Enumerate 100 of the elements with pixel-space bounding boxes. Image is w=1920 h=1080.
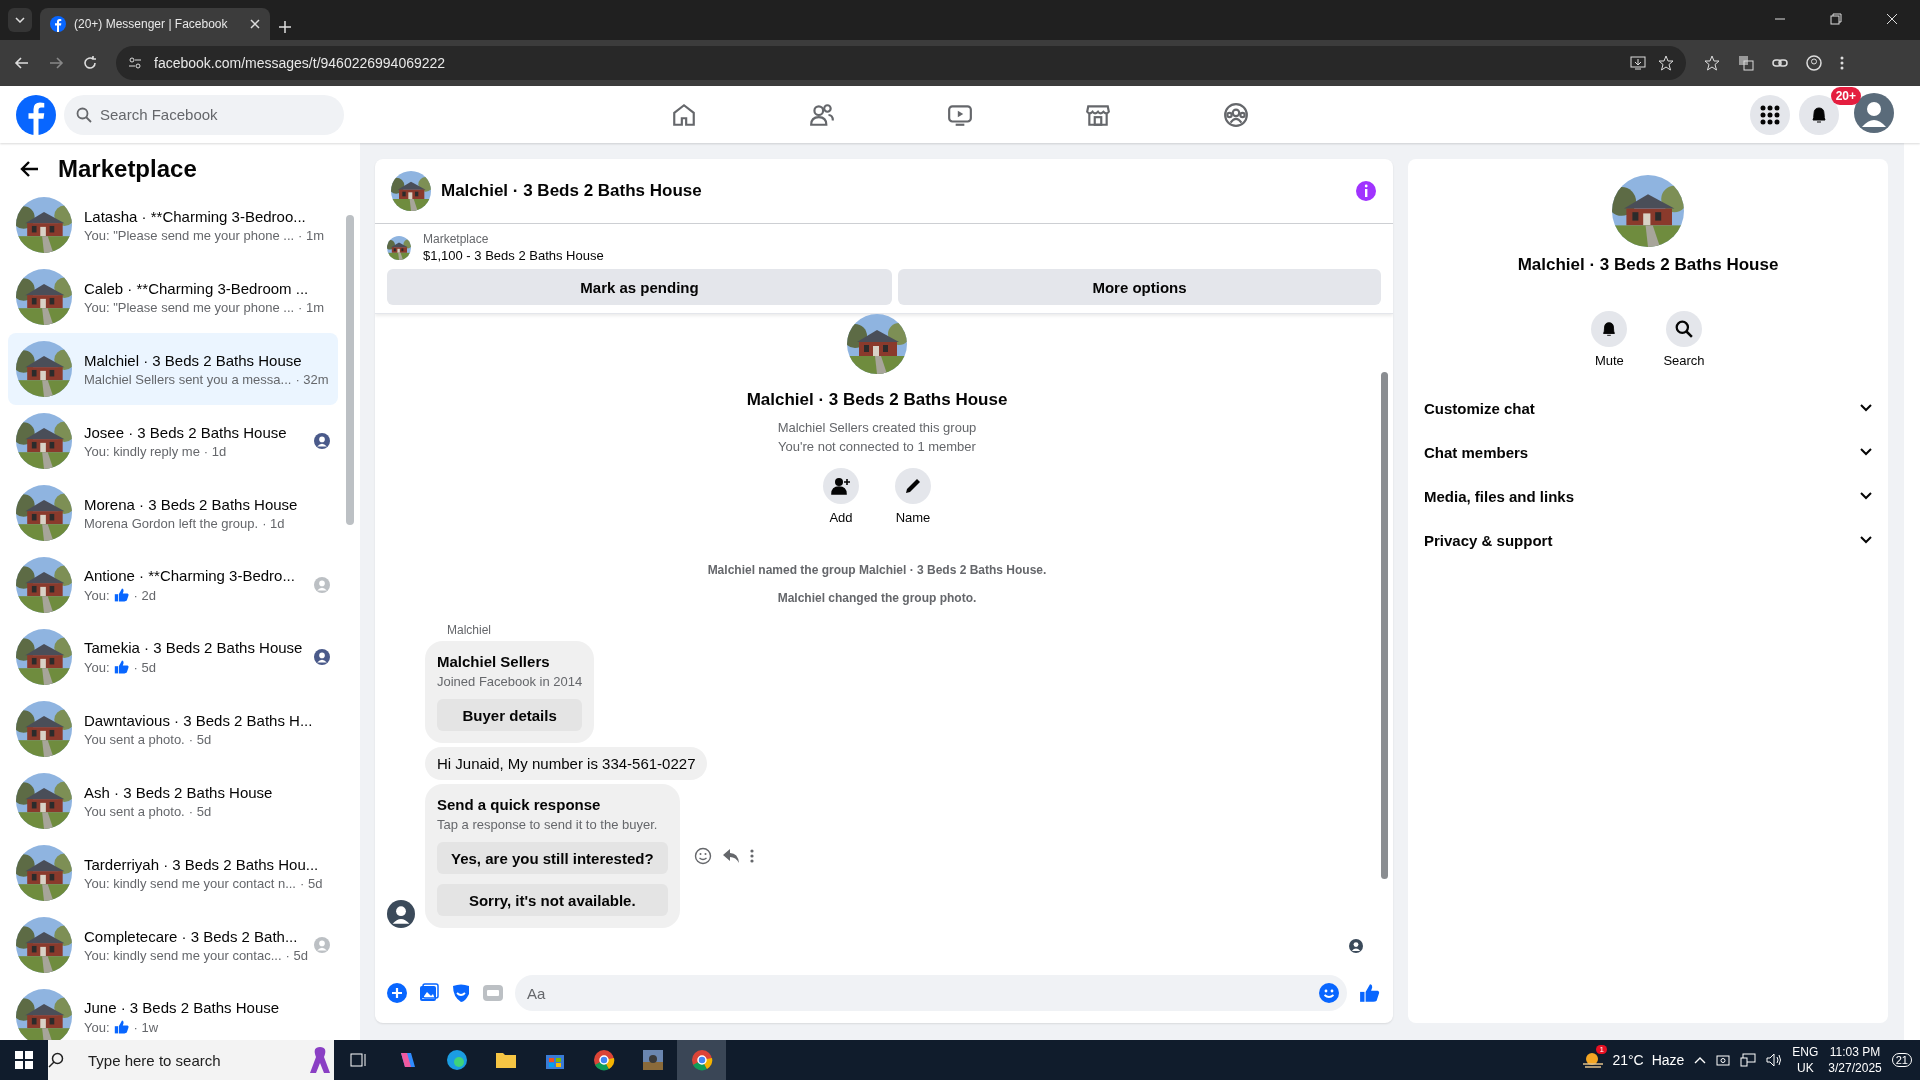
conversation-item[interactable]: Completecare · 3 Beds 2 Bath... You: kindly send me your contac... · 5d (8, 909, 338, 981)
groups-icon (1223, 101, 1249, 128)
system-message: Malchiel changed the group photo. (776, 591, 978, 605)
more-icon[interactable] (749, 848, 754, 864)
reload-icon[interactable] (82, 55, 98, 71)
section-header[interactable]: Privacy & support (1424, 518, 1872, 562)
message-preview: Morena Gordon left the group. (84, 515, 259, 531)
notification-badge: 20+ (1830, 86, 1861, 105)
sticker-icon[interactable] (451, 983, 471, 1003)
info-icon[interactable] (1355, 180, 1377, 202)
chrome-icon[interactable] (677, 1040, 726, 1080)
back-button[interactable] (20, 159, 40, 179)
search-field[interactable]: Search Facebook (64, 94, 344, 135)
facebook-logo-icon[interactable] (16, 94, 56, 135)
camera-icon[interactable] (1716, 1053, 1731, 1067)
smiley-icon[interactable] (693, 847, 712, 865)
grid-icon (1760, 104, 1780, 125)
quick-response-button[interactable]: Sorry, it's not available. (437, 884, 668, 916)
message-time: · 5d (188, 731, 212, 747)
reply-icon[interactable] (721, 847, 740, 865)
search-icon (48, 1052, 64, 1068)
conversation-item[interactable]: Tamekia · 3 Beds 2 Baths House You: · 5d (8, 621, 338, 693)
language-text[interactable]: ENG (1792, 1044, 1819, 1060)
windows-start-icon[interactable] (15, 1051, 33, 1069)
conversation-item[interactable]: Morena · 3 Beds 2 Baths House Morena Gordon left the group. · 1d (8, 477, 338, 549)
buyer-name: Malchiel Sellers (437, 653, 551, 670)
avatar-icon (1854, 92, 1894, 133)
network-icon[interactable] (1740, 1053, 1757, 1067)
clock-time[interactable]: 11:03 PM (1829, 1044, 1881, 1060)
message-preview: You: (84, 587, 110, 603)
message-bubble: Hi Junaid, My number is 334-561-0227 (425, 747, 708, 780)
conversation-item[interactable]: Ash · 3 Beds 2 Baths House You sent a photo. · 5d (8, 765, 338, 837)
avatar-icon (1349, 939, 1363, 953)
back-arrow-icon (20, 159, 40, 179)
speaker-icon[interactable] (1766, 1053, 1783, 1067)
back-icon[interactable] (14, 55, 30, 71)
bell-icon (1809, 104, 1829, 125)
message-preview: You: "Please send me your phone ... (84, 227, 295, 243)
emoji-icon[interactable] (1319, 983, 1339, 1003)
buyer-details-button[interactable]: Buyer details (437, 699, 583, 731)
friends-icon (809, 101, 835, 128)
new-tab-icon[interactable] (278, 20, 292, 34)
menu-button[interactable] (1750, 94, 1790, 135)
conversation-title: Tarderriyah · 3 Beds 2 Baths Hou... (84, 855, 320, 873)
conversation-title: Ash · 3 Beds 2 Baths House (84, 783, 274, 801)
address-bar[interactable]: facebook.com/messages/t/9460226994069222 (116, 46, 1686, 80)
section-header[interactable]: Customize chat (1424, 386, 1872, 430)
quick-response-button[interactable]: Yes, are you still interested? (437, 842, 668, 874)
forward-icon[interactable] (48, 55, 64, 71)
message-preview: You: kindly send me your contac... (84, 947, 282, 963)
message-time: · 1d (203, 443, 227, 459)
group-info-text: Malchiel Sellers created this group (777, 420, 977, 435)
conversation-item[interactable]: Malchiel · 3 Beds 2 Baths House Malchiel Sellers sent you a messa... · 32m (8, 333, 338, 405)
search-icon (1675, 320, 1693, 338)
conversation-title: Completecare · 3 Beds 2 Bath... (84, 927, 299, 945)
conversation-title: Latasha · **Charming 3-Bedroo... (84, 207, 307, 225)
message-input[interactable]: Aa (515, 975, 1347, 1011)
conversation-title: June · 3 Beds 2 Baths House (84, 999, 281, 1016)
clock-date[interactable]: 3/27/2025 (1828, 1060, 1882, 1076)
close-icon[interactable] (250, 19, 260, 29)
language-text[interactable]: UK (1797, 1060, 1814, 1076)
star-icon[interactable] (1658, 55, 1674, 71)
conversation-title: Morena · 3 Beds 2 Baths House (84, 495, 299, 513)
message-preview: You: kindly send me your contact n... (84, 875, 296, 891)
group-info-text: You're not connected to 1 member (778, 439, 976, 454)
conversation-title: Tamekia · 3 Beds 2 Baths House (84, 639, 302, 656)
listing-action-button[interactable]: Mark as pending (387, 269, 892, 305)
weather-alert-badge: 1 (1596, 1045, 1607, 1054)
conversation-title: Antione · **Charming 3-Bedro... (84, 567, 296, 584)
conversation-item[interactable]: Caleb · **Charming 3-Bedroom ... You: "Please send me your phone ... · 1m (8, 261, 338, 333)
install-icon[interactable] (1630, 55, 1646, 71)
profile-icon[interactable] (1806, 55, 1822, 71)
translate-icon[interactable] (1738, 55, 1754, 71)
photo-icon[interactable] (419, 983, 439, 1003)
plus-icon[interactable] (387, 983, 407, 1003)
message-preview: Malchiel Sellers sent you a messa... (84, 371, 292, 387)
listing-action-button[interactable]: More options (898, 269, 1381, 305)
conversation-item[interactable]: Dawntavious · 3 Beds 2 Baths H... You sent a photo. · 5d (8, 693, 338, 765)
temperature: 21°C (1612, 1052, 1644, 1068)
message-preview: You: (84, 659, 110, 675)
conversation-item[interactable]: Antione · **Charming 3-Bedro... You: · 2d (8, 549, 338, 621)
conversation-item[interactable]: Latasha · **Charming 3-Bedroo... You: "Please send me your phone ... · 1m (8, 189, 338, 261)
pencil-icon (903, 476, 923, 496)
browser-tab[interactable]: (20+) Messenger | Facebook (40, 8, 270, 40)
tab-search-button[interactable] (8, 8, 32, 32)
star-icon[interactable] (1704, 55, 1720, 71)
message-time: · 5d (133, 659, 156, 675)
menu-icon[interactable] (1840, 55, 1844, 71)
listing-label: Marketplace (423, 232, 490, 246)
message-time: · 1w (133, 1019, 159, 1035)
chevron-up-icon[interactable] (1694, 1056, 1707, 1064)
section-header[interactable]: Media, files and links (1424, 474, 1872, 518)
like-button[interactable] (1359, 982, 1381, 1004)
conversation-title: Caleb · **Charming 3-Bedroom ... (84, 279, 310, 297)
message-time: · 5d (188, 803, 212, 819)
conversation-item[interactable]: Tarderriyah · 3 Beds 2 Baths Hou... You: kindly send me your contact n... · 5d (8, 837, 338, 909)
site-settings-icon[interactable] (128, 56, 142, 70)
section-header[interactable]: Chat members (1424, 430, 1872, 474)
conversation-item[interactable]: Josee · 3 Beds 2 Baths House You: kindly reply me · 1d (8, 405, 338, 477)
taskbar-search-field[interactable]: Type here to search (48, 1040, 334, 1080)
